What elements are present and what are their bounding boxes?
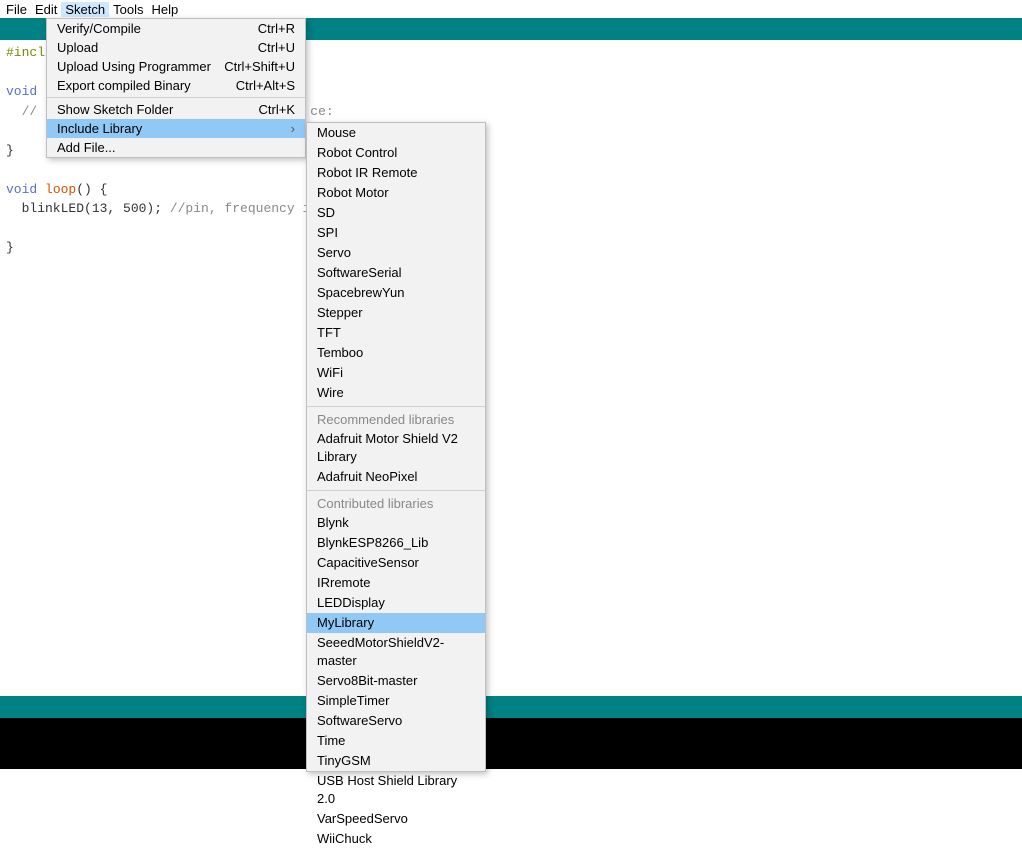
include-library-submenu: MouseRobot ControlRobot IR RemoteRobot M… bbox=[306, 122, 486, 772]
library-item[interactable]: Mouse bbox=[307, 123, 485, 143]
menu-export-bin-accel: Ctrl+Alt+S bbox=[236, 78, 295, 93]
menu-show-folder-label: Show Sketch Folder bbox=[57, 102, 173, 117]
menu-include-library[interactable]: Include Library bbox=[47, 119, 305, 138]
library-item[interactable]: Time bbox=[307, 731, 485, 751]
library-item[interactable]: SeeedMotorShieldV2-master bbox=[307, 633, 485, 671]
menu-upload-prog-label: Upload Using Programmer bbox=[57, 59, 211, 74]
menu-tools[interactable]: Tools bbox=[109, 2, 147, 17]
menu-add-file[interactable]: Add File... bbox=[47, 138, 305, 157]
library-item[interactable]: SoftwareServo bbox=[307, 711, 485, 731]
menu-export-bin-label: Export compiled Binary bbox=[57, 78, 191, 93]
menu-export-bin[interactable]: Export compiled Binary Ctrl+Alt+S bbox=[47, 76, 305, 95]
library-heading: Recommended libraries bbox=[307, 410, 485, 429]
code-call: blinkLED(13, 500); bbox=[6, 201, 170, 216]
library-item[interactable]: WiFi bbox=[307, 363, 485, 383]
library-item[interactable]: Temboo bbox=[307, 343, 485, 363]
library-item[interactable]: Blynk bbox=[307, 513, 485, 533]
library-sep bbox=[307, 490, 485, 491]
code-void: void bbox=[6, 84, 37, 99]
menubar: File Edit Sketch Tools Help bbox=[0, 0, 1022, 18]
library-item[interactable]: Servo bbox=[307, 243, 485, 263]
library-item[interactable]: Adafruit Motor Shield V2 Library bbox=[307, 429, 485, 467]
code-loop-paren: () { bbox=[76, 182, 107, 197]
menu-file[interactable]: File bbox=[2, 2, 31, 17]
library-item[interactable]: BlynkESP8266_Lib bbox=[307, 533, 485, 553]
code-comment1b: ce: bbox=[310, 104, 333, 119]
library-sep bbox=[307, 406, 485, 407]
library-item[interactable]: SoftwareSerial bbox=[307, 263, 485, 283]
library-item[interactable]: Wire bbox=[307, 383, 485, 403]
library-item[interactable]: LEDDisplay bbox=[307, 593, 485, 613]
library-item[interactable]: SPI bbox=[307, 223, 485, 243]
menu-upload[interactable]: Upload Ctrl+U bbox=[47, 38, 305, 57]
library-item[interactable]: WiiChuck bbox=[307, 829, 485, 849]
menu-add-file-label: Add File... bbox=[57, 140, 116, 155]
menu-upload-prog-accel: Ctrl+Shift+U bbox=[224, 59, 295, 74]
library-item[interactable]: Servo8Bit-master bbox=[307, 671, 485, 691]
menu-upload-prog[interactable]: Upload Using Programmer Ctrl+Shift+U bbox=[47, 57, 305, 76]
library-item[interactable]: SD bbox=[307, 203, 485, 223]
library-item[interactable]: USB Host Shield Library 2.0 bbox=[307, 771, 485, 809]
library-item[interactable]: Robot IR Remote bbox=[307, 163, 485, 183]
code-comment2: //pin, frequency in bbox=[170, 201, 318, 216]
menu-show-folder-accel: Ctrl+K bbox=[259, 102, 295, 117]
library-item[interactable]: Stepper bbox=[307, 303, 485, 323]
library-item[interactable]: CapacitiveSensor bbox=[307, 553, 485, 573]
menu-sep1 bbox=[47, 97, 305, 98]
menu-help[interactable]: Help bbox=[147, 2, 182, 17]
library-item[interactable]: Robot Motor bbox=[307, 183, 485, 203]
library-item[interactable]: MyLibrary bbox=[307, 613, 485, 633]
code-loop: loop bbox=[37, 182, 76, 197]
library-item[interactable]: VarSpeedServo bbox=[307, 809, 485, 829]
menu-verify-accel: Ctrl+R bbox=[258, 21, 295, 36]
library-heading: Contributed libraries bbox=[307, 494, 485, 513]
menu-upload-accel: Ctrl+U bbox=[258, 40, 295, 55]
library-item[interactable]: Robot Control bbox=[307, 143, 485, 163]
menu-sketch[interactable]: Sketch bbox=[61, 2, 109, 17]
library-item[interactable]: IRremote bbox=[307, 573, 485, 593]
library-item[interactable]: SimpleTimer bbox=[307, 691, 485, 711]
code-void2: void bbox=[6, 182, 37, 197]
library-item[interactable]: TFT bbox=[307, 323, 485, 343]
code-brace1: } bbox=[6, 143, 14, 158]
library-item[interactable]: TinyGSM bbox=[307, 751, 485, 771]
status-strip bbox=[0, 696, 1022, 718]
menu-verify[interactable]: Verify/Compile Ctrl+R bbox=[47, 19, 305, 38]
library-item[interactable]: Adafruit NeoPixel bbox=[307, 467, 485, 487]
console-area bbox=[0, 718, 1022, 769]
menu-show-folder[interactable]: Show Sketch Folder Ctrl+K bbox=[47, 100, 305, 119]
menu-verify-label: Verify/Compile bbox=[57, 21, 141, 36]
library-item[interactable]: SpacebrewYun bbox=[307, 283, 485, 303]
menu-upload-label: Upload bbox=[57, 40, 98, 55]
menu-edit[interactable]: Edit bbox=[31, 2, 61, 17]
menu-include-library-label: Include Library bbox=[57, 121, 142, 136]
code-brace2: } bbox=[6, 240, 14, 255]
sketch-dropdown: Verify/Compile Ctrl+R Upload Ctrl+U Uplo… bbox=[46, 18, 306, 158]
